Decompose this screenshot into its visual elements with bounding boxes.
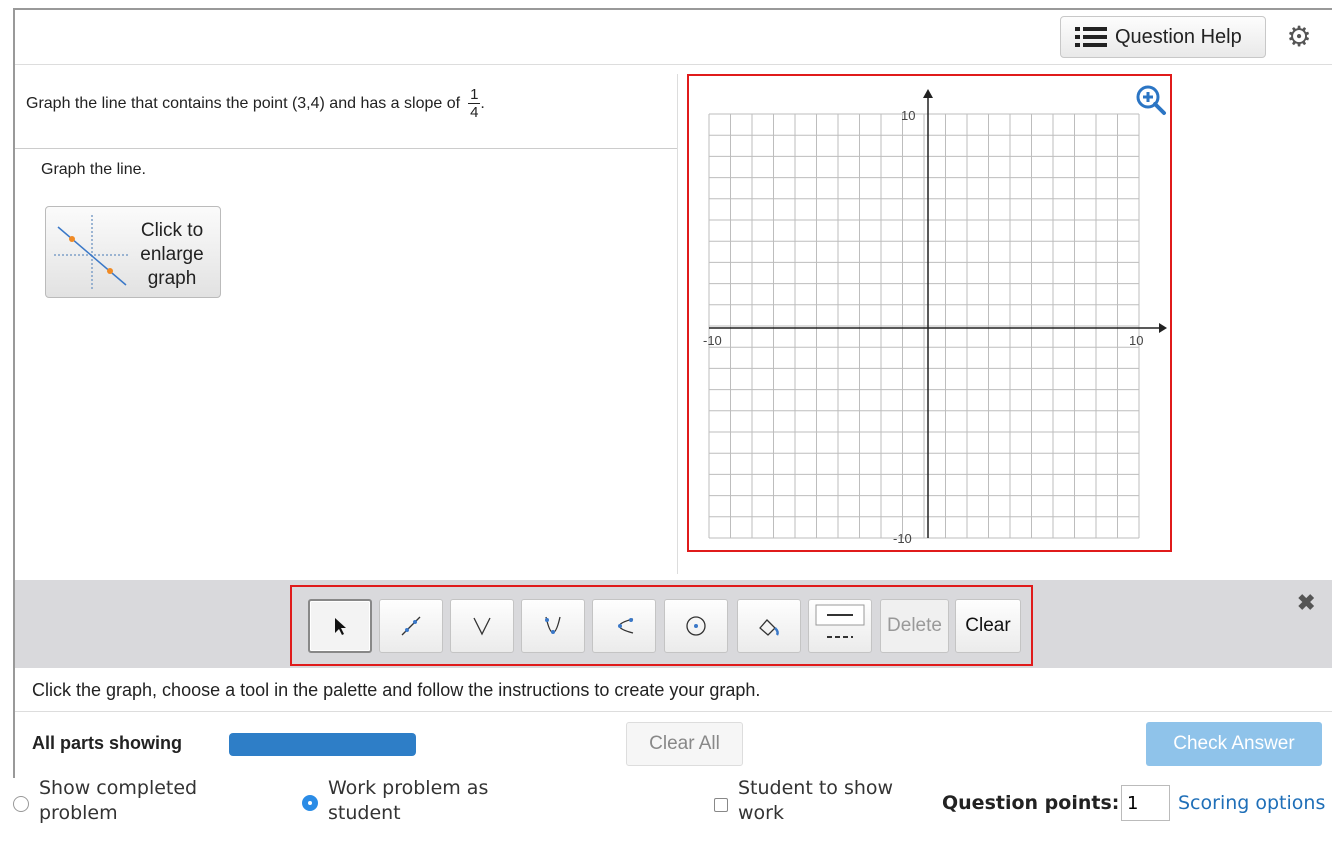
slope-numerator: 1 xyxy=(468,86,481,104)
show-completed-line-2: problem xyxy=(39,802,118,824)
select-tool-button[interactable] xyxy=(308,599,372,653)
line-style-tool-button[interactable] xyxy=(808,599,872,653)
coordinate-grid[interactable]: -10 10 10 -10 xyxy=(689,76,1170,550)
panel-divider xyxy=(677,74,678,574)
check-answer-button[interactable]: Check Answer xyxy=(1146,722,1322,766)
work-as-student-radio[interactable] xyxy=(302,795,318,811)
question-divider xyxy=(15,148,677,149)
instructor-options: Show completed problem Work problem as s… xyxy=(0,776,1332,855)
student-show-work-line-2: work xyxy=(738,802,784,824)
enlarge-label: Click to enlarge graph xyxy=(132,219,212,291)
arrow-pointer-icon xyxy=(335,618,346,635)
line-style-icon xyxy=(815,604,865,638)
enlarge-graph-button[interactable]: Click to enlarge graph xyxy=(45,206,221,298)
show-completed-radio[interactable] xyxy=(13,796,29,812)
line-tool-button[interactable] xyxy=(379,599,443,653)
instructions-divider xyxy=(15,711,1332,712)
show-completed-label: Show completed problem xyxy=(39,776,197,826)
x-min-label: -10 xyxy=(703,333,722,348)
list-icon xyxy=(1075,27,1107,47)
student-show-work-checkbox[interactable] xyxy=(714,798,728,812)
absolute-value-icon xyxy=(473,617,491,636)
show-completed-line-1: Show completed xyxy=(39,777,198,799)
graph-instructions: Click the graph, choose a tool in the pa… xyxy=(32,680,761,700)
prompt-end: . xyxy=(480,94,485,112)
enlarge-label-line-2: enlarge xyxy=(140,244,204,265)
zoom-in-icon[interactable] xyxy=(1135,84,1167,116)
line-tool-icon xyxy=(401,616,421,636)
student-show-work-label: Student to show work xyxy=(738,776,893,826)
scoring-options-link[interactable]: Scoring options xyxy=(1178,792,1325,814)
close-palette-icon[interactable]: ✖ xyxy=(1297,590,1315,616)
clear-all-button[interactable]: Clear All xyxy=(626,722,743,766)
prompt-text: Graph the line that contains the point (… xyxy=(26,94,461,112)
y-min-label: -10 xyxy=(893,531,912,546)
fill-tool-button[interactable] xyxy=(737,599,801,653)
question-prompt: Graph the line that contains the point (… xyxy=(26,86,485,121)
enlarge-label-line-3: graph xyxy=(147,268,197,289)
work-as-student-line-2: student xyxy=(328,802,401,824)
absolute-value-tool-button[interactable] xyxy=(450,599,514,653)
question-help-button[interactable]: Question Help xyxy=(1060,16,1266,58)
student-show-work-line-1: Student to show xyxy=(738,777,894,799)
sideways-parabola-tool-button[interactable] xyxy=(592,599,656,653)
graph-area[interactable]: -10 10 10 -10 xyxy=(687,74,1172,552)
parabola-tool-button[interactable] xyxy=(521,599,585,653)
x-max-label: 10 xyxy=(1129,333,1143,348)
y-max-label: 10 xyxy=(901,108,915,123)
question-points-label: Question points: xyxy=(942,792,1120,814)
x-axis-arrow xyxy=(1159,323,1167,333)
delete-button[interactable]: Delete xyxy=(880,599,949,653)
parts-showing-label: All parts showing xyxy=(32,733,183,753)
enlarge-label-line-1: Click to xyxy=(140,220,204,241)
fill-tool-icon xyxy=(759,619,779,636)
graph-instruction: Graph the line. xyxy=(41,161,146,178)
circle-tool-button[interactable] xyxy=(664,599,728,653)
question-help-label: Question Help xyxy=(1115,25,1242,48)
work-as-student-line-1: Work problem as xyxy=(328,777,489,799)
circle-icon xyxy=(686,616,706,636)
parabola-icon xyxy=(545,616,561,634)
work-as-student-label: Work problem as student xyxy=(328,776,488,826)
question-points-input[interactable] xyxy=(1121,785,1170,821)
parts-progress-bar xyxy=(229,733,416,756)
graph-thumbnail-icon xyxy=(54,215,130,289)
gear-icon[interactable]: ⚙ xyxy=(1284,22,1314,52)
sideways-parabola-icon xyxy=(618,618,634,634)
y-axis-arrow xyxy=(923,89,933,98)
slope-fraction: 1 4 xyxy=(468,86,481,121)
clear-button[interactable]: Clear xyxy=(955,599,1021,653)
slope-denominator: 4 xyxy=(470,104,479,121)
